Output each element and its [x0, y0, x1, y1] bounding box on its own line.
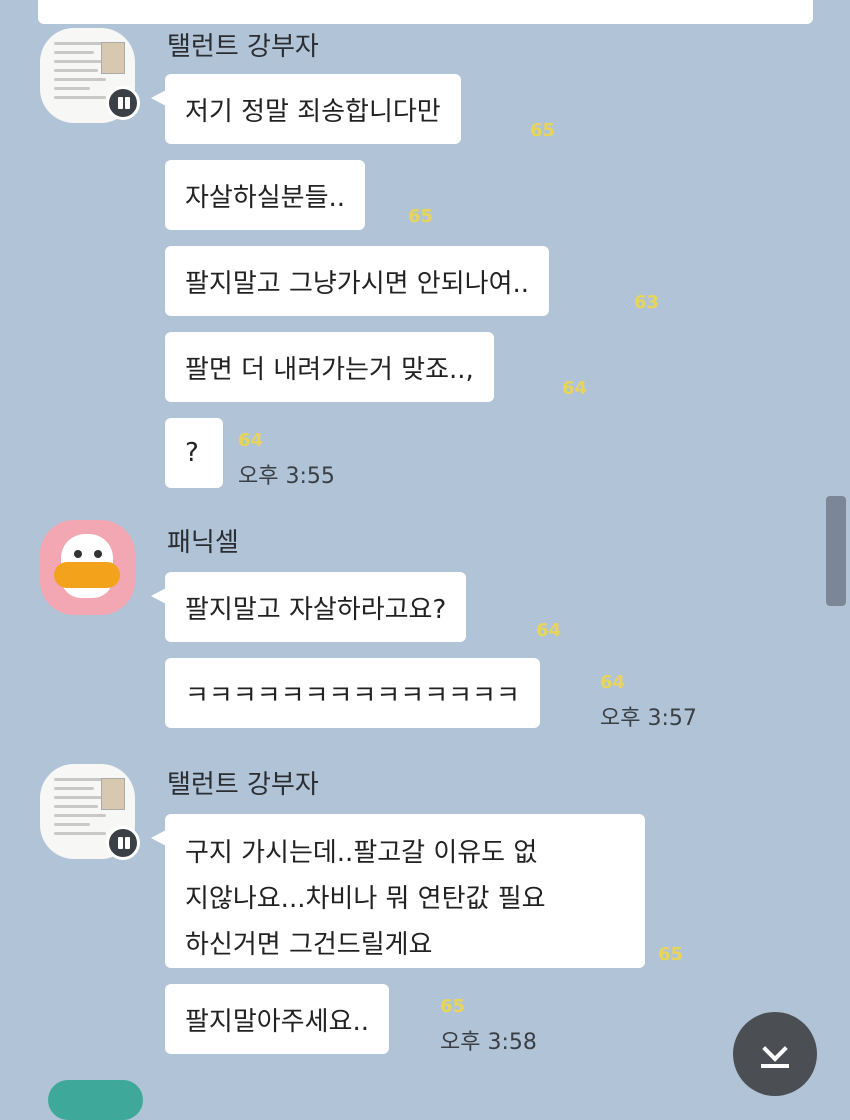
message-text: 팔지말고 그냥가시면 안되나여..: [185, 268, 530, 299]
message-text: 팔지말아주세요..: [185, 1006, 369, 1037]
duck-bill: [54, 562, 120, 588]
bubble-tail: [151, 588, 166, 604]
document-thumbnail-icon: [54, 778, 106, 841]
unread-count: 65: [658, 944, 684, 965]
message-time: 오후 3:58: [440, 1030, 537, 1055]
document-thumbnail-icon: [54, 42, 106, 105]
duck-character-avatar[interactable]: [40, 520, 135, 615]
sender-name: 패닉셀: [167, 528, 239, 558]
message-text: 자살하실분들..: [185, 182, 346, 213]
message-line: 구지 가시는데..팔고갈 이유도 없: [185, 838, 538, 868]
message-bubble[interactable]: 팔지말고 자살하라고요?: [151, 572, 467, 642]
photo-thumbnail: [101, 778, 125, 810]
photo-thumbnail: [101, 42, 125, 74]
bubble-tail: [151, 830, 166, 846]
unread-count: 65: [408, 206, 434, 227]
message-bubble[interactable]: ㅋㅋㅋㅋㅋㅋㅋㅋㅋㅋㅋㅋㅋㅋ: [165, 658, 540, 728]
sender-name: 탤런트 강부자: [167, 32, 319, 62]
unread-count: 63: [634, 292, 660, 313]
pause-badge-icon: [106, 826, 140, 860]
message-time: 오후 3:55: [238, 464, 335, 489]
message-line: 하신거면 그건드릴게요: [185, 930, 433, 960]
message-text: 팔지말고 자살하라고요?: [185, 594, 447, 625]
unread-count: 64: [562, 378, 588, 399]
scrollbar-thumb[interactable]: [826, 496, 846, 606]
duck-eye: [94, 550, 102, 558]
unread-count: 64: [536, 620, 562, 641]
message-bubble[interactable]: 팔지말아주세요..: [165, 984, 389, 1054]
message-bubble[interactable]: 저기 정말 죄송합니다만: [151, 74, 461, 144]
pause-badge-icon: [106, 86, 140, 120]
message-bubble[interactable]: ?: [165, 418, 223, 488]
duck-eye: [74, 550, 82, 558]
message-bubble[interactable]: 팔지말고 그냥가시면 안되나여..: [165, 246, 550, 316]
previous-message-bubble: [38, 0, 813, 24]
bubble-tail: [151, 90, 166, 106]
message-time: 오후 3:57: [600, 706, 697, 731]
message-bubble[interactable]: 팔면 더 내려가는거 맞죠..,: [165, 332, 494, 402]
unread-count: 64: [600, 672, 626, 693]
message-line: 지않나요...차비나 뭐 연탄값 필요: [185, 884, 546, 914]
sender-name: 탤런트 강부자: [167, 770, 319, 800]
next-sender-avatar[interactable]: [48, 1080, 143, 1120]
unread-count: 64: [238, 430, 264, 451]
unread-count: 65: [530, 120, 556, 141]
message-text: ㅋㅋㅋㅋㅋㅋㅋㅋㅋㅋㅋㅋㅋㅋ: [185, 680, 520, 711]
message-text: ?: [185, 438, 199, 468]
unread-count: 65: [440, 996, 466, 1017]
message-text: 저기 정말 죄송합니다만: [185, 96, 441, 127]
scroll-to-bottom-icon[interactable]: [733, 1012, 817, 1096]
message-text: 팔면 더 내려가는거 맞죠..,: [185, 354, 474, 385]
message-bubble[interactable]: 자살하실분들..: [165, 160, 366, 230]
message-bubble[interactable]: 구지 가시는데..팔고갈 이유도 없 지않나요...차비나 뭐 연탄값 필요 하…: [151, 814, 645, 968]
